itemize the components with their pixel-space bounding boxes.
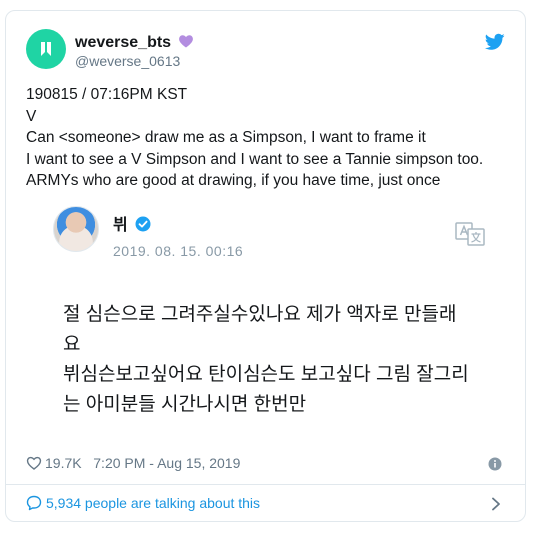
author-name[interactable]: weverse_bts: [75, 33, 194, 52]
verified-badge-icon: [135, 216, 151, 232]
tweet-card: weverse_bts @weverse_0613 190815 / 07:16…: [5, 10, 526, 522]
heart-outline-icon[interactable]: [26, 455, 42, 471]
like-count[interactable]: 19.7K: [45, 455, 82, 471]
tweet-actions: 19.7K 7:20 PM - Aug 15, 2019: [26, 455, 240, 471]
conversation-link[interactable]: 5,934 people are talking about this: [26, 495, 260, 511]
translate-icon[interactable]: [455, 222, 485, 246]
chevron-right-icon[interactable]: [491, 497, 501, 511]
tweet-text: 190815 / 07:16PM KST V Can <someone> dra…: [26, 86, 484, 189]
purple-heart-icon: [178, 35, 193, 48]
post-timestamp[interactable]: 7:20 PM - Aug 15, 2019: [93, 455, 240, 471]
weverse-logo-icon: [41, 42, 51, 56]
talking-count-text: 5,934 people are talking about this: [46, 495, 261, 511]
speech-bubble-icon: [26, 495, 42, 511]
twitter-bird-icon[interactable]: [485, 33, 505, 51]
quoted-timestamp: 2019. 08. 15. 00:16: [113, 243, 244, 259]
quoted-tweet-text: 절 심슨으로 그려주실수있나요 제가 액자로 만들래 요 뷔심슨보고싶어요 탄이…: [63, 304, 469, 415]
quoted-author-name-text: 뷔: [113, 217, 128, 234]
divider: [6, 484, 525, 485]
quoted-author-avatar[interactable]: [53, 206, 99, 252]
quoted-author-name[interactable]: 뷔: [113, 211, 151, 235]
info-icon[interactable]: [488, 457, 502, 471]
quoted-tweet[interactable]: 뷔 2019. 08. 15. 00:16 절 심슨으로 그려주실수있나요 제가…: [53, 206, 503, 446]
author-avatar[interactable]: [26, 29, 66, 69]
author-name-text: weverse_bts: [75, 34, 172, 51]
author-handle[interactable]: @weverse_0613: [75, 53, 180, 69]
